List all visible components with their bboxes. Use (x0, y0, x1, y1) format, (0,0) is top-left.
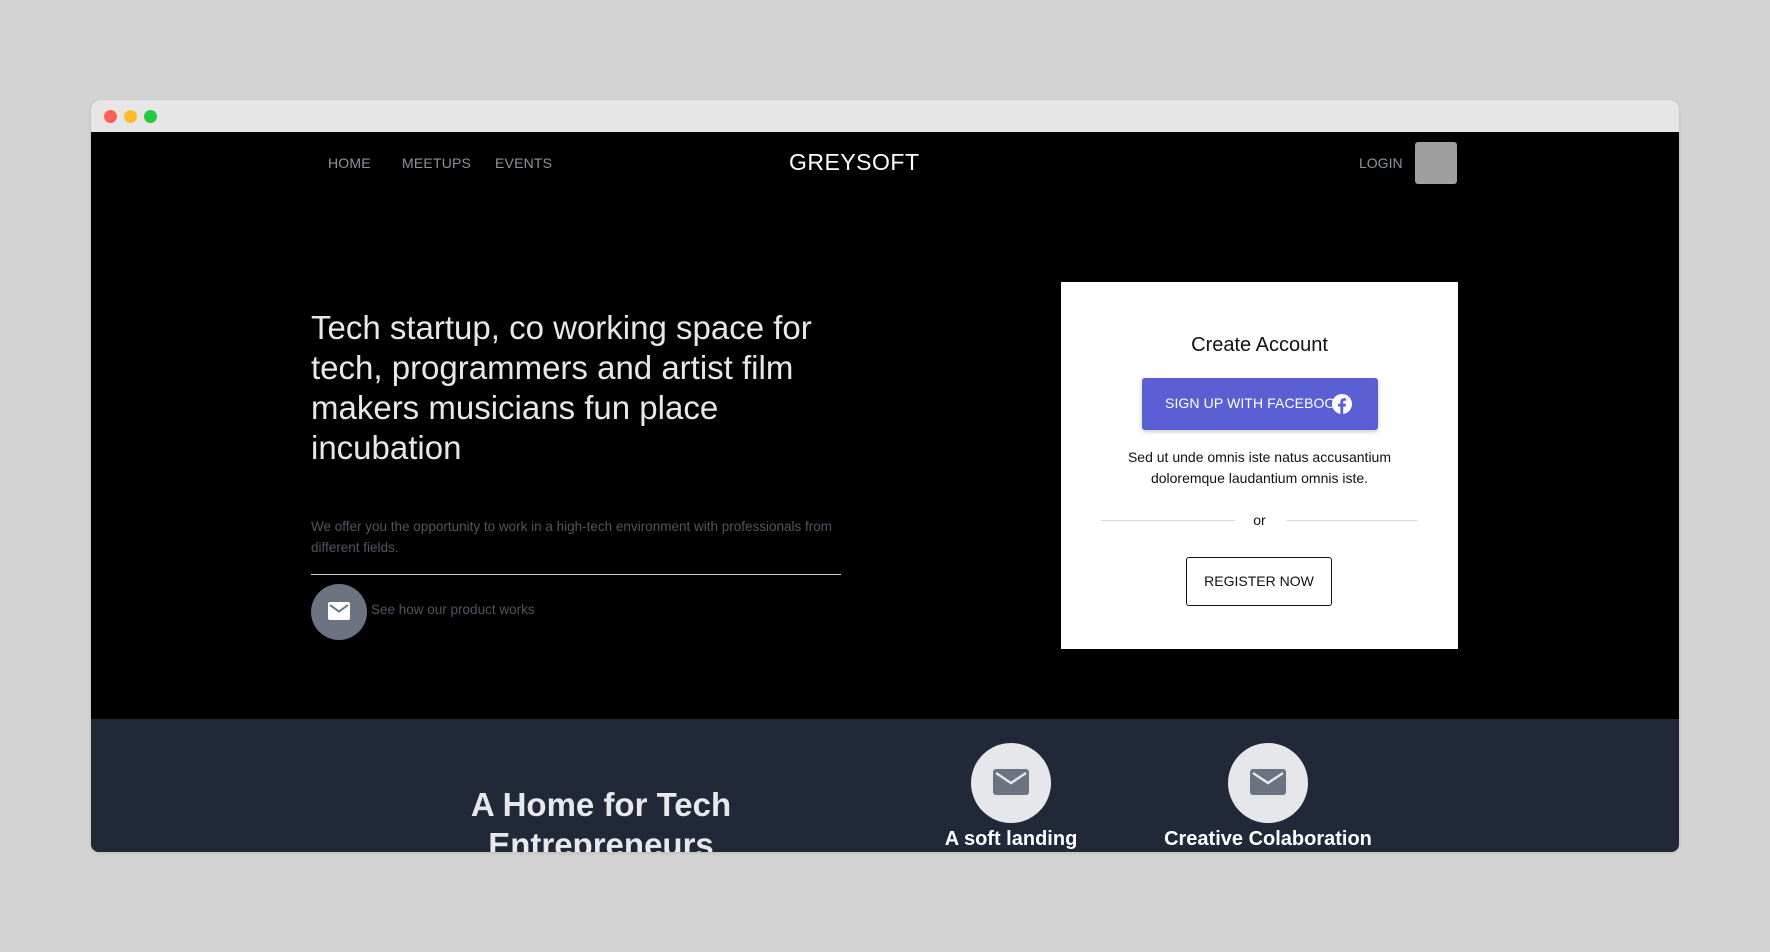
page-viewport: HOME MEETUPS EVENTS GREYSOFT LOGIN Tech … (91, 132, 1679, 852)
feature-title-soft-landing: A soft landing (944, 828, 1078, 850)
facebook-signup-label: SIGN UP WITH FACEBOOK (1165, 395, 1345, 411)
close-window-button[interactable] (104, 110, 117, 123)
nav-home-link[interactable]: HOME (328, 155, 371, 171)
features-section: A Home for Tech Entrepreneurs A soft lan… (91, 719, 1679, 852)
product-demo-label[interactable]: See how our product works (371, 602, 535, 617)
minimize-window-button[interactable] (124, 110, 137, 123)
card-description: Sed ut unde omnis iste natus accusantium… (1127, 449, 1392, 486)
brand-logo[interactable]: GREYSOFT (789, 149, 919, 176)
mail-icon (993, 769, 1029, 795)
create-account-card: Create Account SIGN UP WITH FACEBOOK Sed… (1061, 282, 1458, 649)
feature-title-creative-colaboration: Creative Colaboration (1164, 828, 1372, 850)
nav-events-link[interactable]: EVENTS (495, 155, 552, 171)
nav-meetups-link[interactable]: MEETUPS (402, 155, 471, 171)
facebook-icon (1332, 394, 1352, 414)
feature-icon-circle (971, 743, 1051, 823)
card-title: Create Account (1191, 334, 1328, 356)
browser-window: HOME MEETUPS EVENTS GREYSOFT LOGIN Tech … (91, 100, 1679, 852)
feature-icon-circle (1228, 743, 1308, 823)
divider-right (1286, 520, 1418, 521)
hero-section: HOME MEETUPS EVENTS GREYSOFT LOGIN Tech … (91, 132, 1679, 719)
product-demo-button[interactable] (311, 584, 367, 640)
features-heading: A Home for Tech Entrepreneurs (470, 786, 732, 852)
mail-icon (1250, 769, 1286, 795)
hero-divider (311, 574, 841, 575)
hero-subtext: We offer you the opportunity to work in … (311, 519, 833, 555)
mail-icon (328, 602, 350, 620)
facebook-signup-button[interactable]: SIGN UP WITH FACEBOOK (1142, 378, 1378, 430)
hero-headline: Tech startup, co working space for tech,… (311, 309, 812, 466)
window-titlebar (91, 100, 1679, 132)
maximize-window-button[interactable] (144, 110, 157, 123)
login-link[interactable]: LOGIN (1359, 155, 1403, 171)
avatar[interactable] (1415, 142, 1457, 184)
register-now-button[interactable]: REGISTER NOW (1186, 557, 1332, 606)
